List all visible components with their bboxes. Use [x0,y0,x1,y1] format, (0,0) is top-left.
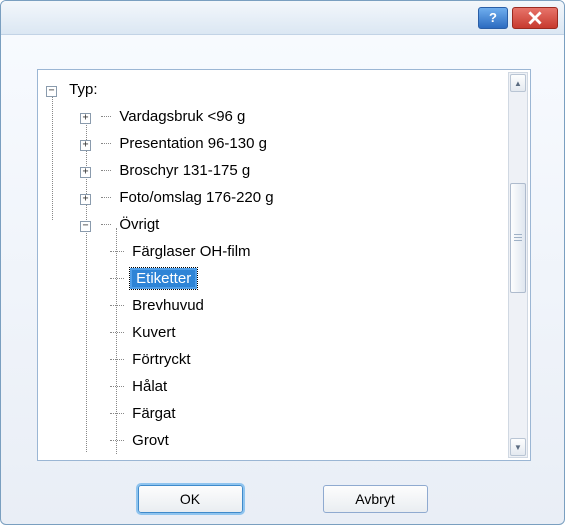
tree-connector [110,440,124,441]
expand-icon[interactable]: + [80,194,91,205]
scroll-up-button[interactable]: ▲ [510,74,526,92]
tree-label: Förtryckt [130,351,192,368]
titlebar: ? [1,1,564,35]
help-icon: ? [489,10,497,25]
tree-label: Kuvert [130,324,177,341]
tree-label: Typ: [67,81,99,98]
tree-node[interactable]: + Presentation 96-130 g [44,130,504,157]
tree-leaf[interactable]: Färglaser OH-film [44,238,504,265]
tree-label: Övrigt [117,216,161,233]
close-icon [528,11,542,25]
vertical-scrollbar[interactable]: ▲ ▼ [508,72,528,458]
chevron-up-icon: ▲ [514,79,522,88]
tree-panel: − Typ: + Vardagsbruk <96 g + Presentatio… [37,69,531,461]
scroll-thumb[interactable] [510,183,526,293]
help-button[interactable]: ? [478,7,508,29]
collapse-icon[interactable]: − [46,86,57,97]
tree-connector [101,197,111,198]
chevron-down-icon: ▼ [514,443,522,452]
tree-connector [110,413,124,414]
tree-label: Färgat [130,405,177,422]
tree-label-selected: Etiketter [130,268,197,289]
tree-node[interactable]: − Övrigt [44,211,504,238]
tree-label: Broschyr 131-175 g [117,162,252,179]
close-button[interactable] [512,7,558,29]
tree-view[interactable]: − Typ: + Vardagsbruk <96 g + Presentatio… [44,76,504,454]
tree-connector [101,224,111,225]
scroll-down-button[interactable]: ▼ [510,438,526,456]
tree-node[interactable]: + Broschyr 131-175 g [44,157,504,184]
tree-label: Vardagsbruk <96 g [117,108,247,125]
button-label: Avbryt [355,491,394,507]
tree-label: Hålat [130,378,169,395]
tree-leaf[interactable]: Etiketter [44,265,504,292]
tree-node-root[interactable]: − Typ: [44,76,504,103]
tree-connector [110,386,124,387]
ok-button[interactable]: OK [138,485,243,513]
tree-label: Presentation 96-130 g [117,135,269,152]
tree-connector [110,278,124,279]
tree-leaf[interactable]: Färgat [44,400,504,427]
tree-leaf[interactable]: Brevhuvud [44,292,504,319]
tree-leaf[interactable]: Förtryckt [44,346,504,373]
cancel-button[interactable]: Avbryt [323,485,428,513]
tree-connector [101,170,111,171]
tree-connector [110,251,124,252]
tree-connector [110,359,124,360]
tree-leaf[interactable]: Grovt [44,427,504,454]
tree-connector [101,143,111,144]
dialog-window: ? − Typ: + Vardagsbruk <96 g + [0,0,565,525]
tree-label: Färglaser OH-film [130,243,252,260]
collapse-icon[interactable]: − [80,221,91,232]
tree-label: Grovt [130,432,171,449]
button-label: OK [180,491,200,507]
tree-label: Foto/omslag 176-220 g [117,189,275,206]
tree-connector [110,305,124,306]
expand-icon[interactable]: + [80,113,91,124]
tree-label: Brevhuvud [130,297,206,314]
dialog-footer: OK Avbryt [1,474,564,524]
tree-node[interactable]: + Vardagsbruk <96 g [44,103,504,130]
tree-leaf[interactable]: Hålat [44,373,504,400]
tree-leaf[interactable]: Kuvert [44,319,504,346]
tree-connector [101,116,111,117]
tree-connector [110,332,124,333]
tree-node[interactable]: + Foto/omslag 176-220 g [44,184,504,211]
expand-icon[interactable]: + [80,167,91,178]
expand-icon[interactable]: + [80,140,91,151]
